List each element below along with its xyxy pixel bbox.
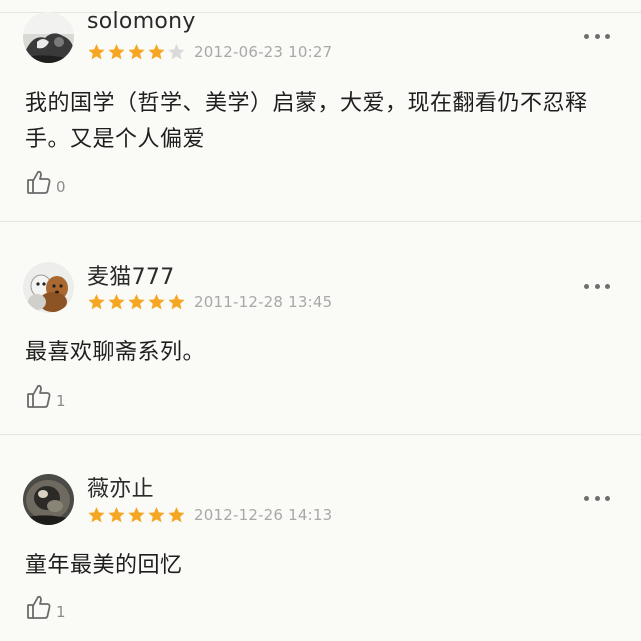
avatar[interactable] [23, 12, 74, 63]
star-empty-icon [168, 44, 185, 60]
star-filled-icon [108, 507, 125, 523]
review-timestamp: 2011-12-28 13:45 [194, 293, 333, 311]
like-count: 1 [56, 603, 66, 621]
star-filled-icon [168, 294, 185, 310]
username[interactable]: 薇亦止 [87, 471, 154, 503]
thumbs-up-icon [27, 384, 51, 408]
star-filled-icon [148, 294, 165, 310]
star-rating [87, 43, 186, 61]
thumbs-up-icon [27, 595, 51, 619]
more-dots-icon[interactable] [584, 494, 610, 502]
like-button[interactable]: 0 [26, 169, 66, 195]
star-filled-icon [128, 44, 145, 60]
star-rating [87, 506, 186, 524]
review-text: 童年最美的回忆 [25, 553, 183, 578]
review-timestamp: 2012-06-23 10:27 [194, 43, 333, 61]
star-filled-icon [128, 294, 145, 310]
star-filled-icon [148, 507, 165, 523]
star-filled-icon [108, 294, 125, 310]
star-filled-icon [88, 507, 105, 523]
username[interactable]: solomony [87, 9, 196, 34]
star-rating [87, 293, 186, 311]
review-timestamp: 2012-12-26 14:13 [194, 506, 333, 524]
star-filled-icon [168, 507, 185, 523]
review-item: 麦猫777 2011-12-28 13:45 最喜欢聊斋系列。 1 [0, 222, 641, 434]
review-item: 薇亦止 2012-12-26 14:13 童年最美的回忆 1 [0, 435, 641, 641]
review-text: 我的国学（哲学、美学）启蒙，大爱，现在翻看仍不忍释手。又是个人偏爱 [25, 91, 588, 152]
like-button[interactable]: 1 [26, 594, 66, 620]
like-count: 1 [56, 392, 66, 410]
star-filled-icon [108, 44, 125, 60]
avatar[interactable] [23, 262, 74, 313]
username[interactable]: 麦猫777 [87, 259, 175, 291]
star-filled-icon [88, 294, 105, 310]
star-filled-icon [128, 507, 145, 523]
review-item: solomony 2012-06-23 10:27 我的国学（哲学、美学）启蒙，… [0, 0, 641, 221]
review-text: 最喜欢聊斋系列。 [25, 340, 206, 365]
star-filled-icon [88, 44, 105, 60]
thumbs-up-icon [27, 170, 51, 194]
like-button[interactable]: 1 [26, 383, 66, 409]
star-filled-icon [148, 44, 165, 60]
avatar[interactable] [23, 474, 74, 525]
like-count: 0 [56, 178, 66, 196]
more-dots-icon[interactable] [584, 32, 610, 40]
more-dots-icon[interactable] [584, 282, 610, 290]
review-feed: solomony 2012-06-23 10:27 我的国学（哲学、美学）启蒙，… [0, 0, 641, 641]
